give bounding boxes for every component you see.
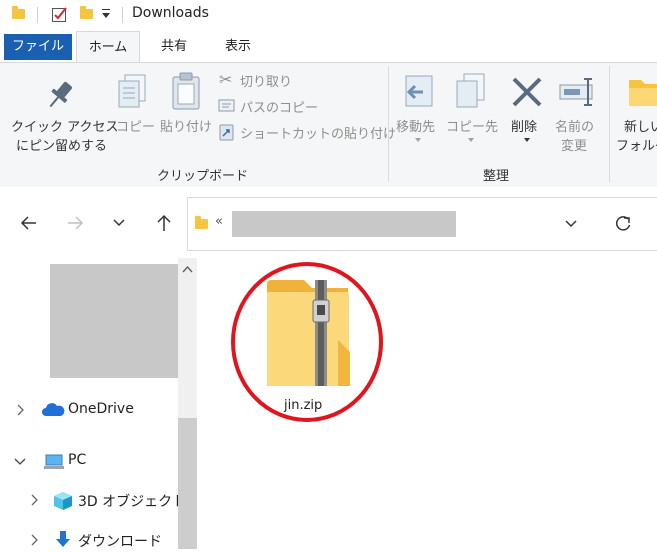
copy-button[interactable]: コピー: [112, 66, 156, 158]
refresh-button[interactable]: [595, 197, 657, 251]
new-folder-button[interactable]: 新しい フォルダー: [613, 66, 657, 158]
copy-path-button[interactable]: パスのコピー: [218, 96, 378, 116]
paste-shortcut-button[interactable]: ショートカットの貼り付け: [218, 122, 396, 142]
folder-icon: [195, 216, 208, 229]
nav-item-pc[interactable]: PC: [0, 449, 178, 473]
move-to-button[interactable]: 移動先: [392, 66, 446, 158]
nav-item-3d-objects[interactable]: 3D オブジェクト: [0, 488, 186, 512]
copy-path-icon: [218, 99, 235, 112]
breadcrumb-overflow[interactable]: «: [215, 214, 223, 229]
computer-icon: [44, 454, 64, 469]
tab-view[interactable]: 表示: [216, 34, 260, 60]
onedrive-cloud-icon: [42, 403, 65, 416]
rename-button[interactable]: 名前の 変更: [552, 66, 604, 158]
paste-label: 貼り付け: [160, 120, 213, 135]
redacted-quick-access: [50, 264, 178, 378]
pin-icon: [49, 81, 73, 108]
copy-to-icon: [456, 73, 485, 108]
dropdown-arrow-icon: [468, 138, 474, 142]
new-folder-quick-icon[interactable]: [80, 6, 93, 19]
nav-item-downloads[interactable]: ダウンロード: [0, 528, 178, 552]
cut-button[interactable]: ✂ 切り取り: [218, 70, 378, 90]
group-divider: [609, 66, 610, 182]
address-bar[interactable]: «: [187, 197, 596, 251]
copy-to-label: コピー先: [446, 120, 499, 135]
3d-cube-icon: [54, 492, 72, 510]
nav-item-label: ダウンロード: [78, 534, 162, 550]
nav-item-onedrive[interactable]: OneDrive: [0, 398, 178, 422]
paste-shortcut-label: ショートカットの貼り付け: [240, 127, 397, 142]
nav-item-label: PC: [68, 452, 87, 468]
title-bar: Downloads: [0, 0, 657, 30]
paste-clipboard-icon: [172, 72, 200, 110]
copy-label: コピー: [116, 120, 156, 135]
nav-item-label: 3D オブジェクト: [78, 494, 187, 510]
properties-checkbox-icon[interactable]: [51, 5, 69, 23]
address-dropdown-chevron-icon[interactable]: [564, 219, 578, 229]
delete-button[interactable]: 削除: [504, 66, 550, 158]
rename-icon: [559, 78, 593, 106]
scroll-up-arrow-icon[interactable]: [182, 265, 193, 273]
paste-shortcut-icon: [219, 124, 234, 141]
chevron-right-icon[interactable]: [16, 404, 26, 416]
pin-label-line2: にピン留めする: [16, 139, 108, 154]
divider: [122, 7, 123, 23]
new-folder-label-line1: 新しい: [624, 120, 657, 135]
customize-toolbar-icon[interactable]: [101, 8, 111, 20]
chevron-down-icon[interactable]: [14, 457, 26, 467]
window-title: Downloads: [132, 5, 209, 21]
new-folder-label-line2: フォルダー: [616, 139, 657, 154]
scrollbar-thumb[interactable]: [178, 418, 197, 549]
rename-label-line2: 変更: [561, 139, 588, 154]
recent-locations-chevron-icon[interactable]: [112, 218, 126, 228]
folder-icon: [12, 6, 25, 19]
pin-label-line1: クイック アクセス: [11, 120, 119, 135]
forward-arrow-icon[interactable]: [66, 215, 84, 231]
folder-icon: [629, 80, 657, 106]
download-arrow-icon: [56, 531, 70, 547]
file-name-label: jin.zip: [284, 398, 323, 413]
scrollbar-track-top: [178, 258, 197, 413]
scissors-icon: ✂: [219, 70, 233, 89]
dropdown-arrow-icon: [415, 138, 421, 142]
navigation-pane: OneDrive PC 3D オブジェクト ダウンロード: [0, 258, 197, 552]
clipboard-group-label: クリップボード: [157, 169, 249, 184]
tab-home[interactable]: ホーム: [76, 31, 140, 63]
chevron-right-icon[interactable]: [30, 534, 40, 546]
up-arrow-icon[interactable]: [156, 214, 172, 232]
move-to-icon: [405, 75, 433, 107]
redacted-path: [232, 211, 456, 237]
copy-path-label: パスのコピー: [240, 101, 319, 116]
dropdown-arrow-icon: [524, 138, 530, 142]
paste-button[interactable]: 貼り付け: [156, 66, 214, 158]
organize-group-label: 整理: [483, 169, 510, 184]
tab-share[interactable]: 共有: [152, 34, 196, 60]
file-item[interactable]: jin.zip: [258, 276, 354, 421]
rename-label-line1: 名前の: [555, 120, 595, 135]
zip-folder-icon: [267, 280, 350, 386]
divider: [37, 7, 38, 23]
copy-icon: [118, 74, 146, 108]
back-arrow-icon[interactable]: [20, 215, 38, 231]
copy-to-button[interactable]: コピー先: [446, 66, 498, 158]
refresh-icon: [615, 216, 631, 231]
nav-item-label: OneDrive: [68, 401, 134, 417]
chevron-right-icon[interactable]: [30, 494, 40, 506]
delete-label: 削除: [511, 120, 538, 135]
move-to-label: 移動先: [396, 120, 436, 135]
cut-label: 切り取り: [240, 75, 293, 90]
nav-pane-scrollbar[interactable]: [178, 258, 197, 549]
group-divider: [388, 66, 389, 182]
tab-file[interactable]: ファイル: [4, 34, 72, 60]
pin-quick-access-button[interactable]: クイック アクセス にピン留めする: [4, 66, 118, 158]
delete-x-icon: [512, 77, 542, 107]
